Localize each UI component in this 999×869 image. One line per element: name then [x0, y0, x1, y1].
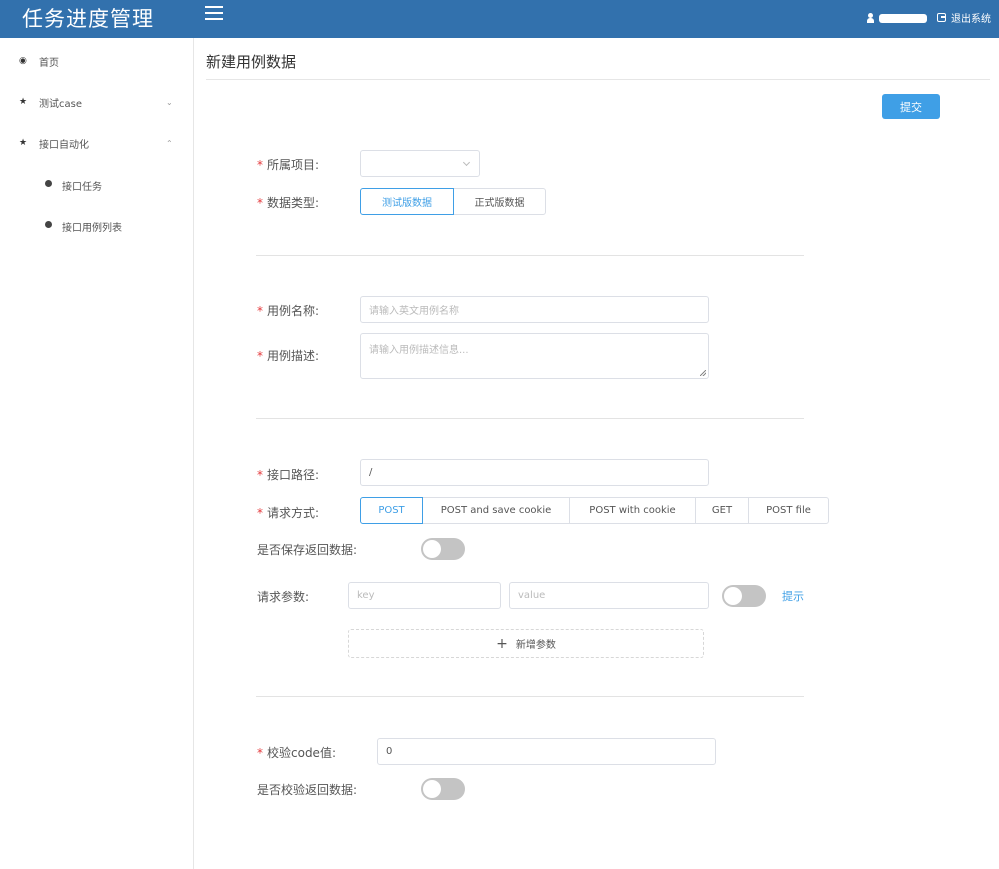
- hint-link[interactable]: 提示: [782, 588, 804, 604]
- sidebar-item-label: 测试case: [39, 98, 82, 110]
- api-path-input[interactable]: /: [360, 459, 709, 486]
- api-path-label-text: 接口路径:: [267, 468, 320, 482]
- star-icon: ★: [19, 97, 28, 107]
- section-divider: [256, 418, 804, 419]
- project-label-text: 所属项目:: [267, 158, 320, 172]
- required-marker: *: [257, 746, 263, 760]
- app-title: 任务进度管理: [22, 7, 154, 31]
- required-marker: *: [257, 349, 263, 363]
- required-marker: *: [257, 468, 263, 482]
- data-type-option-test[interactable]: 测试版数据: [360, 188, 454, 215]
- add-param-button[interactable]: + 新增参数: [348, 629, 704, 658]
- check-response-label: 是否校验返回数据:: [257, 783, 358, 797]
- sidebar-item-label: 首页: [39, 57, 59, 69]
- param-value-input[interactable]: value: [509, 582, 709, 609]
- section-divider: [256, 696, 804, 697]
- logout-button[interactable]: 退出系统: [937, 10, 991, 25]
- case-desc-textarea[interactable]: 请输入用例描述信息...: [360, 333, 709, 379]
- plus-icon: +: [496, 635, 508, 652]
- case-desc-label: * 用例描述:: [257, 347, 319, 364]
- required-marker: *: [257, 196, 263, 210]
- resize-handle-icon[interactable]: [700, 370, 706, 376]
- data-type-group: 测试版数据 正式版数据: [360, 188, 546, 215]
- star-icon: ★: [19, 138, 28, 148]
- method-option-post[interactable]: POST: [360, 497, 423, 524]
- check-code-input[interactable]: 0: [377, 738, 716, 765]
- logout-label: 退出系统: [951, 14, 991, 25]
- required-marker: *: [257, 158, 263, 172]
- top-bar: 任务进度管理 退出系统: [0, 0, 999, 38]
- method-option-get[interactable]: GET: [695, 497, 749, 524]
- param-key-input[interactable]: key: [348, 582, 501, 609]
- chevron-down-icon: [462, 158, 471, 167]
- check-response-toggle[interactable]: [421, 778, 465, 800]
- page-title: 新建用例数据: [206, 53, 297, 71]
- chevron-up-icon: ⌃: [166, 138, 173, 148]
- param-toggle[interactable]: [722, 585, 766, 607]
- data-type-option-prod[interactable]: 正式版数据: [453, 188, 546, 215]
- check-code-label-text: 校验code值:: [267, 746, 336, 760]
- sidebar-subitem-api-case-list[interactable]: 接口用例列表: [0, 211, 194, 241]
- case-desc-placeholder: 请输入用例描述信息...: [369, 345, 469, 356]
- case-name-input[interactable]: 请输入英文用例名称: [360, 296, 709, 323]
- sidebar: ◉ 首页 ★ 测试case ⌄ ★ 接口自动化 ⌃ 接口任务 接口用例列表: [0, 38, 194, 869]
- data-type-label: * 数据类型:: [257, 194, 319, 211]
- dashboard-icon: ◉: [19, 56, 27, 66]
- case-desc-label-text: 用例描述:: [267, 349, 320, 363]
- api-path-label: * 接口路径:: [257, 466, 319, 483]
- user-icon: [867, 13, 874, 23]
- sidebar-subitem-label: 接口用例列表: [62, 222, 122, 234]
- menu-toggle-icon[interactable]: [205, 6, 223, 22]
- project-label: * 所属项目:: [257, 156, 319, 173]
- method-option-post-file[interactable]: POST file: [748, 497, 829, 524]
- save-response-label: 是否保存返回数据:: [257, 543, 358, 557]
- check-code-label: * 校验code值:: [257, 744, 336, 761]
- sidebar-subitem-api-tasks[interactable]: 接口任务: [0, 170, 194, 200]
- params-label: 请求参数:: [257, 590, 310, 604]
- sidebar-item-api-automation[interactable]: ★ 接口自动化 ⌃: [0, 128, 194, 158]
- sidebar-subitem-label: 接口任务: [62, 181, 102, 193]
- method-label: * 请求方式:: [257, 504, 319, 521]
- title-divider: [206, 79, 990, 80]
- required-marker: *: [257, 304, 263, 318]
- method-group: POST POST and save cookie POST with cook…: [360, 497, 829, 524]
- sidebar-item-test-case[interactable]: ★ 测试case ⌄: [0, 87, 194, 117]
- chevron-down-icon: ⌄: [166, 97, 173, 107]
- bullet-icon: [45, 221, 52, 231]
- method-option-post-save-cookie[interactable]: POST and save cookie: [422, 497, 570, 524]
- method-label-text: 请求方式:: [267, 506, 320, 520]
- sign-out-icon: [937, 13, 946, 22]
- required-marker: *: [257, 506, 263, 520]
- bullet-icon: [45, 180, 52, 190]
- sidebar-item-label: 接口自动化: [39, 139, 89, 151]
- case-name-label-text: 用例名称:: [267, 304, 320, 318]
- sidebar-item-home[interactable]: ◉ 首页: [0, 46, 194, 76]
- user-name-redacted: [879, 13, 927, 23]
- add-param-label: 新增参数: [515, 640, 556, 651]
- project-select[interactable]: [360, 150, 480, 177]
- section-divider: [256, 255, 804, 256]
- save-response-toggle[interactable]: [421, 538, 465, 560]
- user-info[interactable]: [867, 11, 927, 25]
- submit-button[interactable]: 提交: [882, 94, 940, 119]
- case-name-label: * 用例名称:: [257, 302, 319, 319]
- method-option-post-with-cookie[interactable]: POST with cookie: [569, 497, 696, 524]
- data-type-label-text: 数据类型:: [267, 196, 320, 210]
